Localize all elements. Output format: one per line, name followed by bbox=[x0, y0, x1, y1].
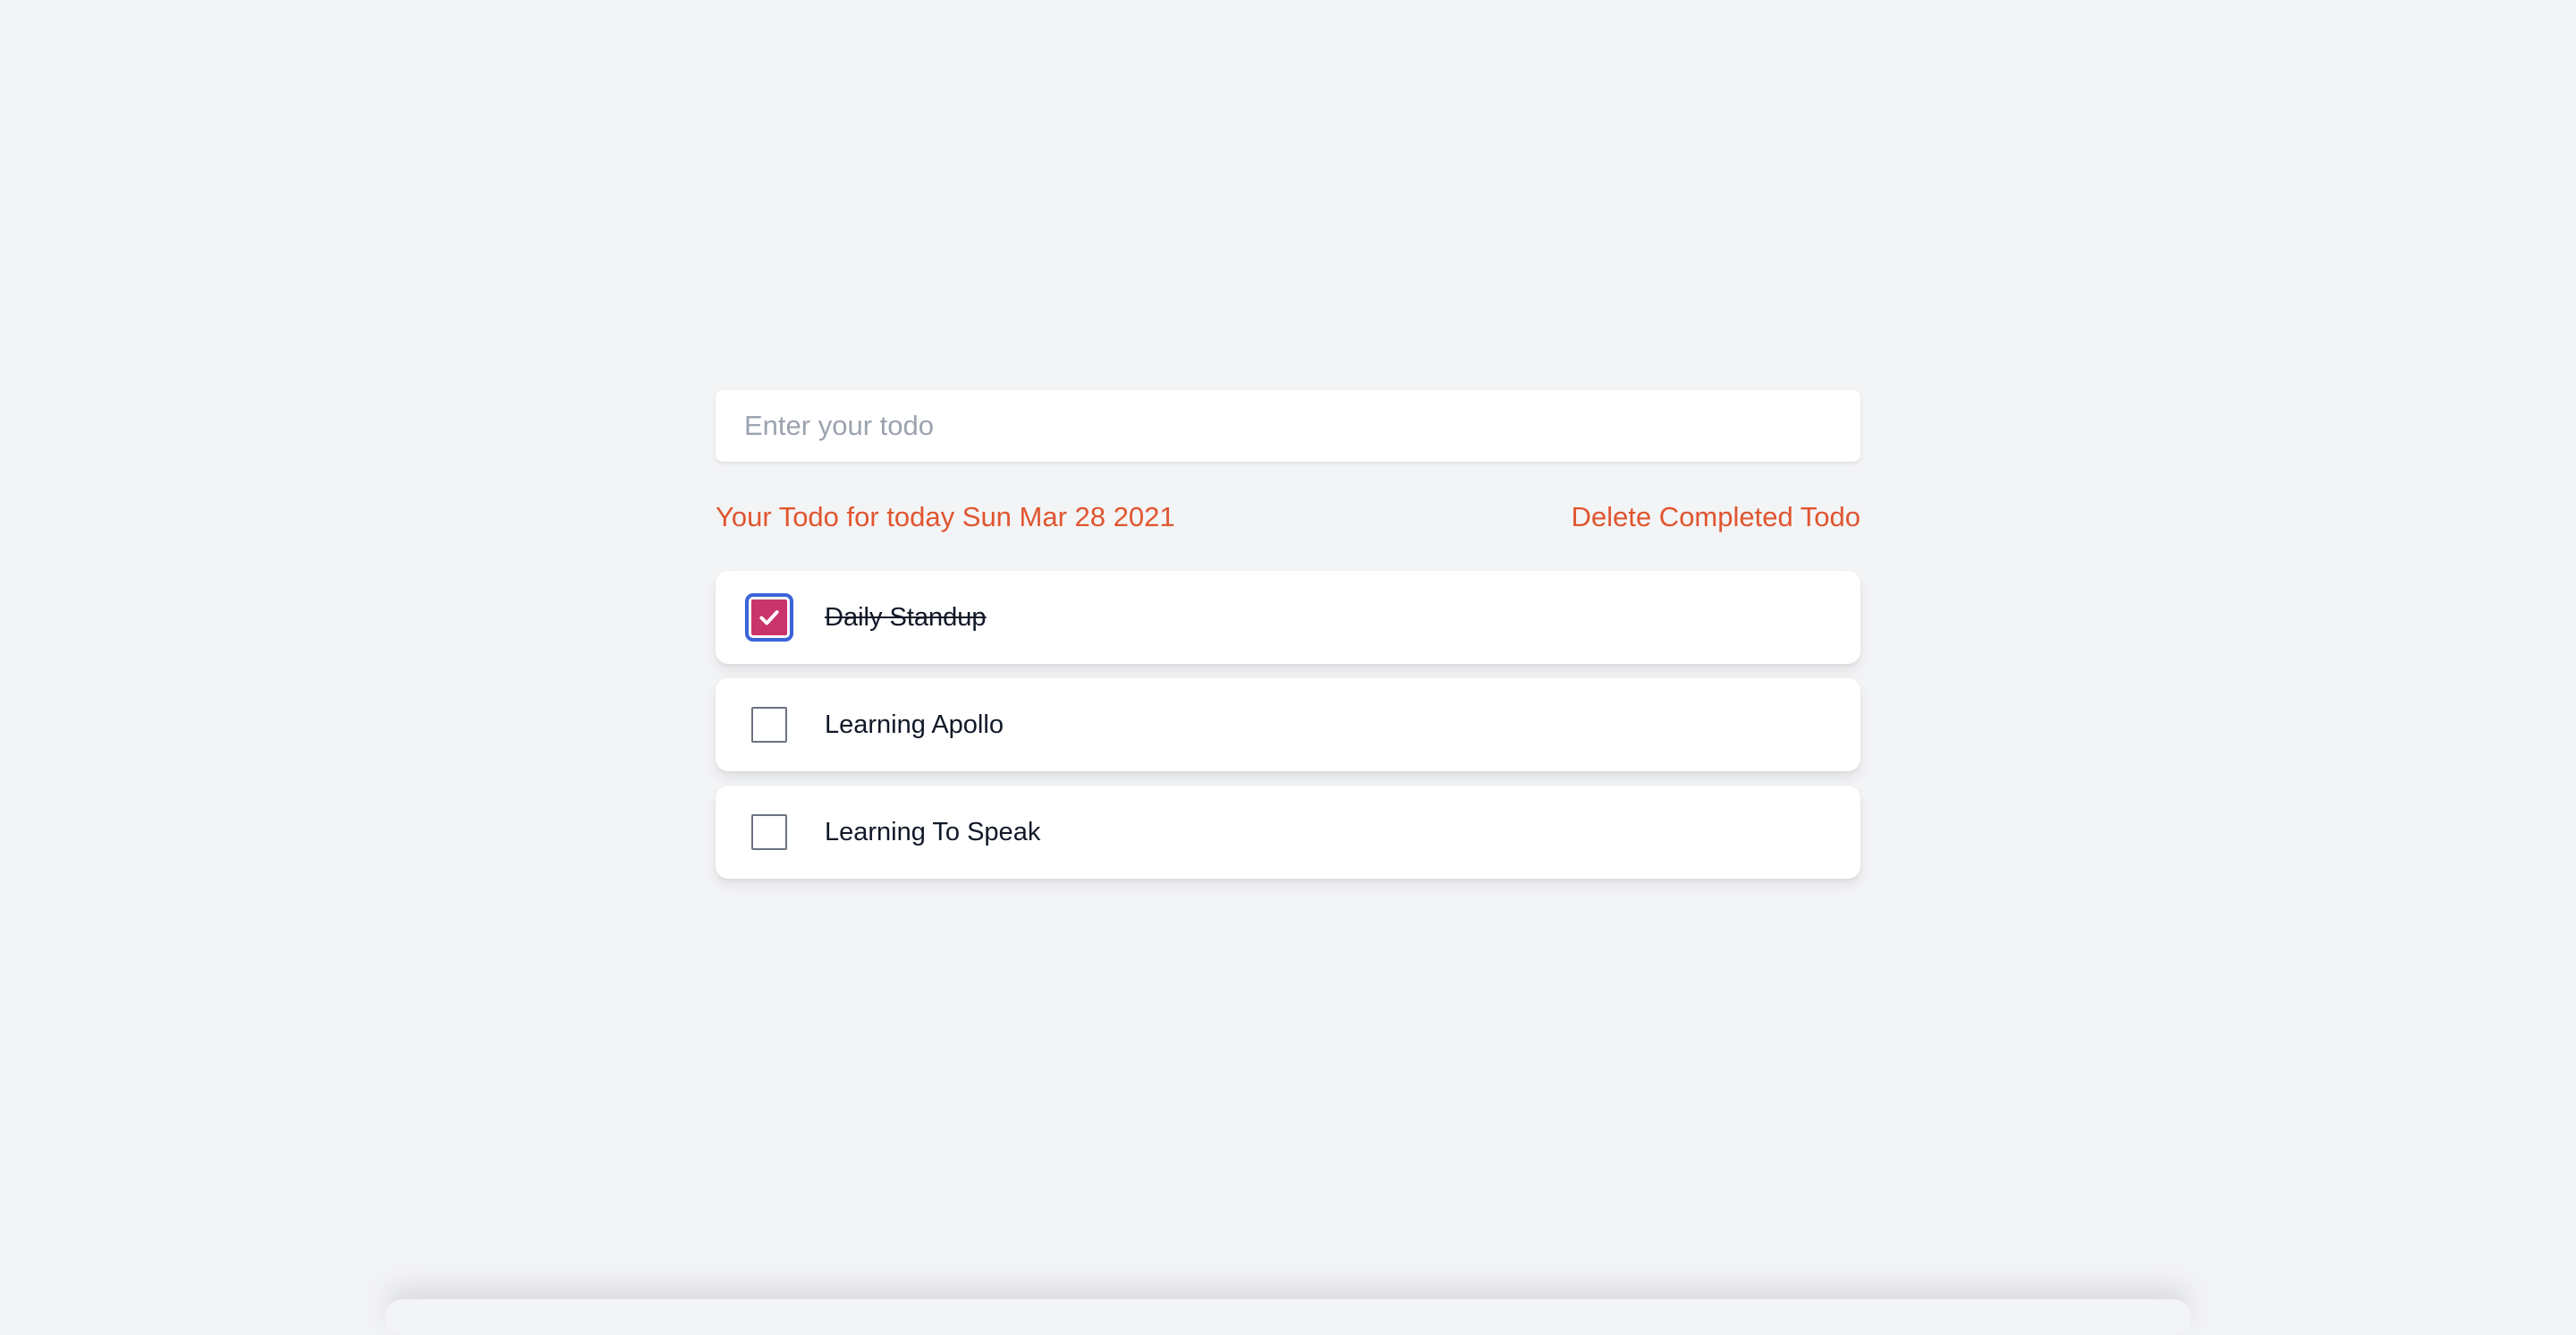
todo-app: Your Todo for today Sun Mar 28 2021 Dele… bbox=[716, 390, 1860, 893]
todo-text: Learning To Speak bbox=[825, 817, 1041, 846]
todo-checkbox[interactable] bbox=[751, 814, 787, 850]
todo-date-title: Your Todo for today Sun Mar 28 2021 bbox=[716, 501, 1175, 532]
delete-completed-button[interactable]: Delete Completed Todo bbox=[1572, 501, 1860, 533]
check-icon bbox=[759, 610, 779, 625]
todo-checkbox-wrap bbox=[751, 814, 787, 850]
todo-checkbox-wrap bbox=[745, 593, 793, 642]
todo-item: Daily Standup bbox=[716, 571, 1860, 664]
todo-checkbox[interactable] bbox=[745, 593, 793, 642]
todo-list: Daily Standup Learning Apollo Learning T… bbox=[716, 571, 1860, 879]
todo-text: Learning Apollo bbox=[825, 710, 1004, 739]
todo-input[interactable] bbox=[716, 390, 1860, 462]
todo-text: Daily Standup bbox=[825, 602, 987, 632]
todo-item: Learning To Speak bbox=[716, 786, 1860, 879]
todo-header: Your Todo for today Sun Mar 28 2021 Dele… bbox=[716, 499, 1860, 535]
todo-checkbox[interactable] bbox=[751, 707, 787, 743]
bottom-panel-shadow bbox=[385, 1299, 2191, 1335]
todo-checkbox-wrap bbox=[751, 707, 787, 743]
todo-item: Learning Apollo bbox=[716, 678, 1860, 771]
